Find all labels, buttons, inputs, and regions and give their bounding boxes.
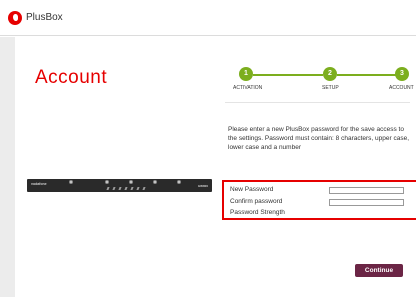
password-form: New Password Confirm password Password S… bbox=[222, 180, 416, 220]
continue-button[interactable]: Continue bbox=[355, 264, 403, 277]
header-divider bbox=[225, 102, 410, 103]
port-icon bbox=[129, 180, 133, 184]
confirm-password-field[interactable] bbox=[329, 199, 404, 206]
led-icon bbox=[118, 187, 122, 190]
led-icon bbox=[136, 187, 140, 190]
vodafone-logo-icon bbox=[8, 11, 22, 25]
step-connector bbox=[337, 74, 403, 76]
router-device-image: vodafone GW800 bbox=[27, 179, 212, 192]
new-password-label: New Password bbox=[230, 186, 274, 193]
step-1-marker: 1 bbox=[239, 67, 253, 81]
left-gutter bbox=[0, 37, 15, 297]
step-3-label: ACCOUNT bbox=[389, 85, 414, 91]
step-2-label: SETUP bbox=[322, 85, 339, 91]
step-2-marker: 2 bbox=[323, 67, 337, 81]
led-icon bbox=[142, 187, 146, 190]
confirm-password-label: Confirm password bbox=[230, 198, 283, 205]
password-instructions: Please enter a new PlusBox password for … bbox=[228, 126, 410, 151]
new-password-field[interactable] bbox=[329, 187, 404, 194]
page-title: Account bbox=[35, 67, 108, 88]
led-icon bbox=[124, 187, 128, 190]
brand-name: PlusBox bbox=[26, 12, 63, 23]
port-icon bbox=[177, 180, 181, 184]
top-bar: PlusBox bbox=[0, 0, 416, 36]
step-connector bbox=[253, 74, 323, 76]
led-icon bbox=[112, 187, 116, 190]
port-icon bbox=[69, 180, 73, 184]
progress-steps: 1 2 3 ACTIVATION SETUP ACCOUNT bbox=[225, 67, 414, 97]
password-strength-label: Password Strength bbox=[230, 209, 285, 216]
step-1-label: ACTIVATION bbox=[233, 85, 263, 91]
main-content: Account 1 2 3 ACTIVATION SETUP ACCOUNT P… bbox=[15, 37, 416, 297]
step-3-marker: 3 bbox=[395, 67, 409, 81]
device-model-text: GW800 bbox=[197, 184, 208, 188]
led-icon bbox=[106, 187, 110, 190]
led-icon bbox=[130, 187, 134, 190]
device-brand-text: vodafone bbox=[31, 182, 47, 186]
port-icon bbox=[153, 180, 157, 184]
port-icon bbox=[105, 180, 109, 184]
